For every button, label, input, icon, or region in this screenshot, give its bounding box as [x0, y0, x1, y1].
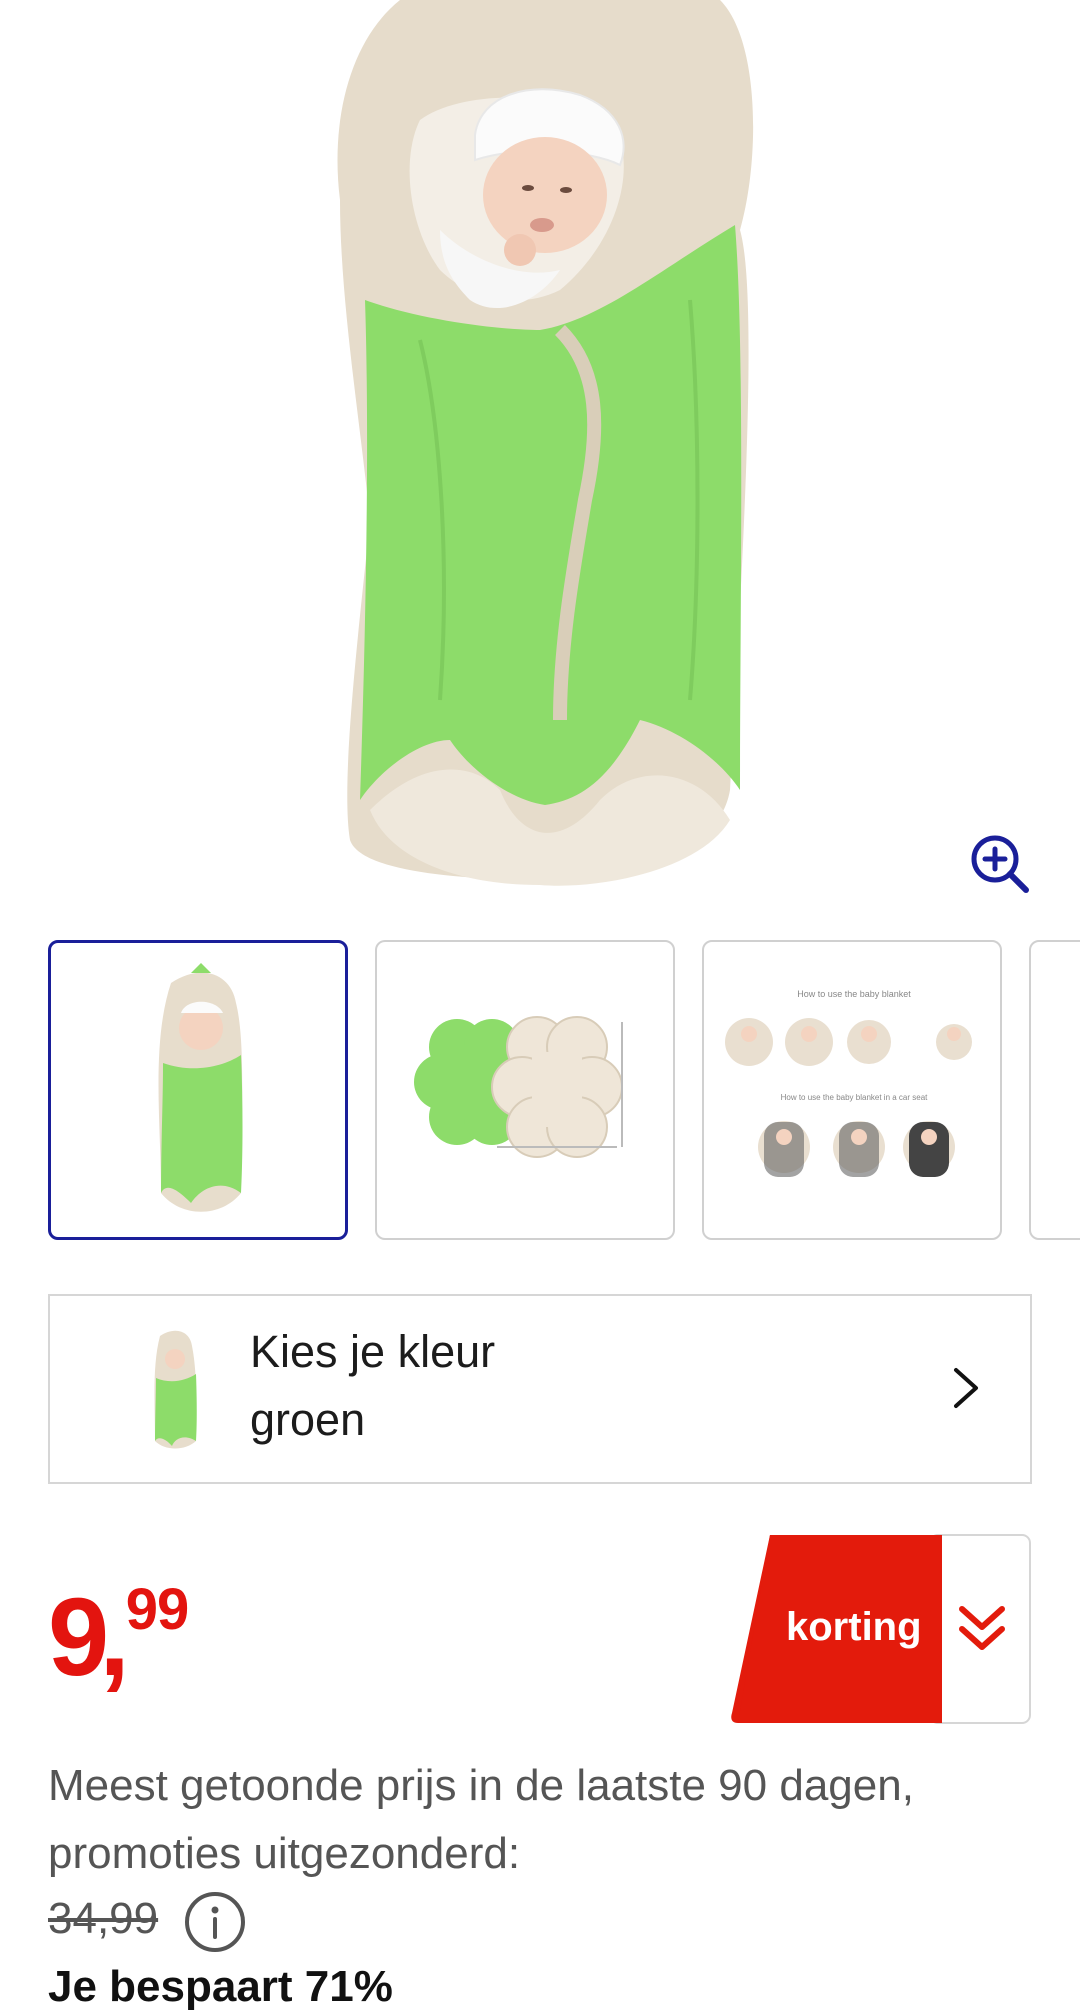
thumbnail-flat-image [414, 1016, 623, 1158]
thumbnail-3[interactable]: How to use the baby blanket How to use t… [702, 940, 1002, 1240]
thumbnail-baby-image [158, 963, 243, 1212]
thumbnail-2[interactable] [375, 940, 675, 1240]
product-illustration [337, 0, 754, 886]
discount-badge-label: korting [786, 1605, 922, 1649]
discount-badge[interactable]: korting [730, 1533, 1032, 1725]
thumbnail-instructions-image: How to use the baby blanket How to use t… [725, 989, 972, 1177]
lowest-price-note: Meest getoonde prijs in de laatste 90 da… [48, 1761, 914, 1878]
info-icon[interactable] [184, 1891, 246, 1953]
color-selector-value: groen [250, 1394, 366, 1445]
zoom-in-icon[interactable] [968, 832, 1032, 896]
instructions-caption-bottom: How to use the baby blanket in a car sea… [781, 1093, 929, 1102]
color-selector[interactable]: Kies je kleur groen [48, 1294, 1032, 1484]
product-price: 9,99 [48, 1574, 190, 1701]
product-main-image[interactable] [0, 0, 1080, 900]
color-selector-title: Kies je kleur [250, 1326, 496, 1377]
color-swatch-image [130, 1326, 220, 1454]
chevron-right-icon [936, 1358, 996, 1418]
instructions-caption-top: How to use the baby blanket [797, 989, 911, 999]
price-decimals: 99 [125, 1577, 190, 1642]
price-integer: 9 [48, 1576, 109, 1699]
old-price: 34,99 [48, 1894, 159, 1943]
double-chevron-down-icon [952, 1599, 1012, 1659]
thumbnail-4-partial[interactable] [1029, 940, 1080, 1240]
thumbnail-1[interactable] [48, 940, 348, 1240]
thumbnail-strip[interactable]: How to use the baby blanket How to use t… [48, 940, 1080, 1246]
